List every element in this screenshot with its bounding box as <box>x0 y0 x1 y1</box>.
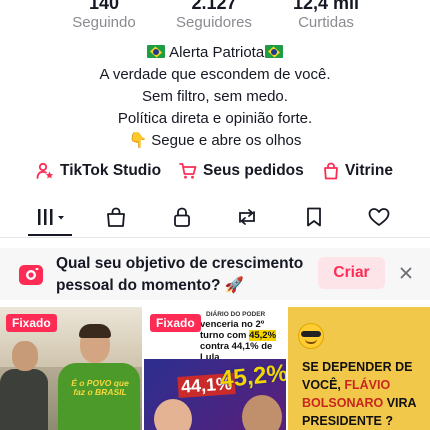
tiktok-studio-button[interactable]: TikTok Studio <box>36 158 161 184</box>
grid-bars-icon <box>35 206 69 233</box>
repost-icon <box>235 206 259 233</box>
video-thumbnail[interactable]: SE DEPENDER DE VOCÊ, FLÁVIO BOLSONARO VI… <box>288 307 430 430</box>
tab-reposts[interactable] <box>232 204 262 234</box>
showcase-button[interactable]: Vitrine <box>323 158 393 184</box>
news-source: DIÁRIO DO PODER <box>206 311 266 318</box>
bio-line-3: Política direta e opinião forte. <box>117 110 313 127</box>
cart-icon <box>179 162 197 180</box>
tiktok-studio-label: TikTok Studio <box>60 162 162 179</box>
tab-favorites[interactable] <box>299 204 329 234</box>
following-count: 140 <box>88 0 120 13</box>
followers-label: Seguidores <box>176 14 252 31</box>
video-grid: É o POVO que faz o BRASIL Fixado DIÁRIO … <box>0 307 430 430</box>
create-button[interactable]: Criar <box>318 257 385 289</box>
lock-icon <box>171 206 193 233</box>
bio-name-line: Alerta Patriota <box>0 42 430 64</box>
orders-button[interactable]: Seus pedidos <box>179 158 304 184</box>
studio-person-star-icon <box>36 162 54 180</box>
tab-shop[interactable] <box>101 204 131 234</box>
brazil-flag-icon <box>146 45 165 58</box>
close-icon[interactable] <box>396 263 416 283</box>
video-headline: venceria no 2º turno com 45,2% contra 44… <box>200 319 277 363</box>
profile-tabs <box>0 200 430 238</box>
profile-bio: Alerta Patriota A verdade que escondem d… <box>0 42 430 152</box>
prompt-question: Qual seu objetivo de crescimento pessoal… <box>56 255 304 294</box>
following-label: Seguindo <box>72 14 136 31</box>
bookmark-icon <box>304 206 324 233</box>
shopping-bag-icon <box>323 162 339 180</box>
profile-actions: TikTok Studio Seus pedidos Vitrine <box>0 158 430 184</box>
orders-label: Seus pedidos <box>203 162 304 179</box>
heart-icon <box>367 206 391 233</box>
following-stat[interactable]: 140 Seguindo <box>44 0 164 32</box>
bag-icon <box>105 206 127 233</box>
likes-stat[interactable]: 12,4 mil Curtidas <box>266 0 386 32</box>
likes-count: 12,4 mil <box>292 0 360 13</box>
bio-line-4: 👇 Segue e abre os olhos <box>0 130 430 152</box>
tab-private[interactable] <box>167 204 197 234</box>
video-headline: SE DEPENDER DE VOCÊ, FLÁVIO BOLSONARO VI… <box>302 360 417 428</box>
bio-line-2: Sem filtro, sem medo. <box>142 88 288 105</box>
showcase-label: Vitrine <box>345 162 393 179</box>
followers-count: 2.127 <box>191 0 237 13</box>
pinned-badge: Fixado <box>6 314 57 332</box>
bio-line-1: A verdade que escondem de você. <box>99 66 331 83</box>
tab-liked[interactable] <box>364 204 394 234</box>
video-thumbnail[interactable]: DIÁRIO DO PODER venceria no 2º turno com… <box>144 307 286 430</box>
camera-record-icon <box>18 262 44 288</box>
pinned-badge: Fixado <box>150 314 201 332</box>
brazil-flag-icon <box>265 45 284 58</box>
likes-label: Curtidas <box>298 14 354 31</box>
video-thumbnail[interactable]: É o POVO que faz o BRASIL Fixado <box>0 307 142 430</box>
profile-stats: 140 Seguindo 2.127 Seguidores 12,4 mil C… <box>0 0 430 34</box>
bio-line-4-text: Segue e abre os olhos <box>151 132 302 149</box>
tab-videos[interactable] <box>34 204 70 234</box>
shirt-text: É o POVO que faz o BRASIL <box>71 378 129 397</box>
pointing-down-icon: 👇 <box>128 132 148 149</box>
tabs-divider <box>0 237 430 238</box>
growth-prompt-card: Qual seu objetivo de crescimento pessoal… <box>0 248 430 300</box>
bio-name: Alerta Patriota <box>169 44 265 61</box>
active-tab-indicator <box>28 234 72 236</box>
followers-stat[interactable]: 2.127 Seguidores <box>154 0 274 32</box>
